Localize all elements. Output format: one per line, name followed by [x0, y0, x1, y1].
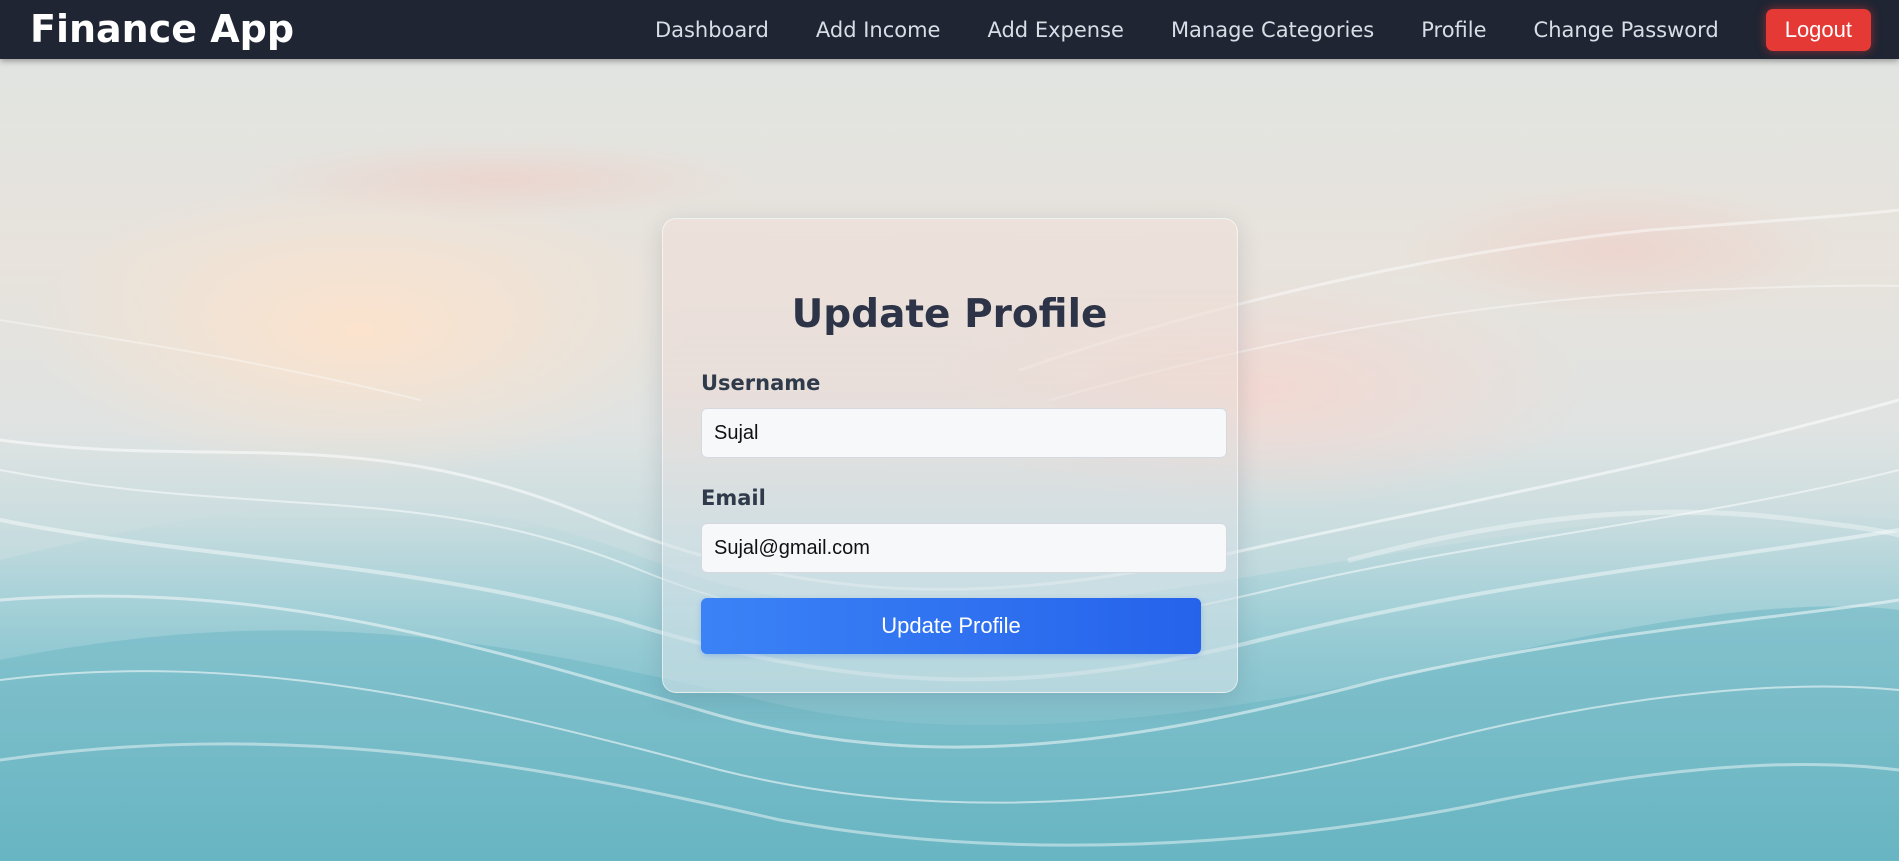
nav-link-profile[interactable]: Profile [1421, 2, 1486, 58]
email-label: Email [701, 486, 766, 510]
top-navbar: Finance App Dashboard Add Income Add Exp… [0, 0, 1899, 59]
email-input[interactable] [701, 523, 1227, 573]
update-profile-button[interactable]: Update Profile [701, 598, 1201, 654]
nav-link-change-password[interactable]: Change Password [1534, 2, 1719, 58]
nav-link-add-expense[interactable]: Add Expense [987, 2, 1123, 58]
nav-link-add-income[interactable]: Add Income [816, 2, 941, 58]
app-brand-logo[interactable]: Finance App [30, 4, 294, 54]
nav-link-manage-categories[interactable]: Manage Categories [1171, 2, 1374, 58]
logout-button[interactable]: Logout [1765, 8, 1871, 51]
nav-links: Dashboard Add Income Add Expense Manage … [655, 0, 1899, 59]
username-label: Username [701, 371, 821, 395]
form-title: Update Profile [791, 292, 1108, 337]
nav-link-dashboard[interactable]: Dashboard [655, 2, 769, 58]
username-input[interactable] [701, 408, 1227, 458]
